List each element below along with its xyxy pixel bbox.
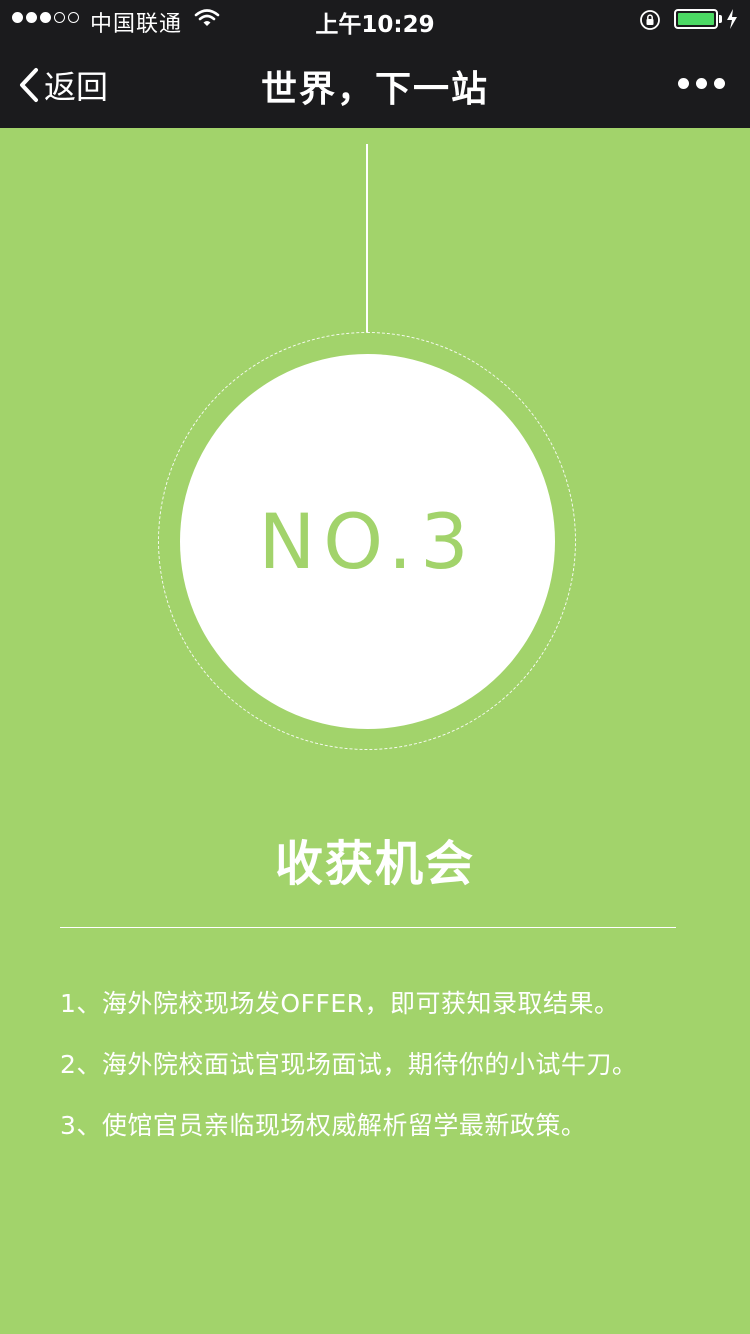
charging-bolt-icon: [726, 8, 738, 36]
orientation-lock-icon: [639, 9, 661, 37]
hero-label: NO.3: [258, 497, 477, 586]
divider: [60, 927, 676, 928]
section-title: 收获机会: [274, 836, 475, 892]
list-item: 2、海外院校面试官现场面试，期待你的小试牛刀。: [60, 1050, 638, 1079]
top-bar: 中国联通 上午10:29 返回 世界，下一站: [0, 0, 750, 128]
status-bar: 中国联通 上午10:29: [0, 0, 750, 40]
more-dot: [696, 78, 707, 89]
battery-tip: [719, 15, 722, 23]
benefit-list: 1、海外院校现场发OFFER，即可获知录取结果。 2、海外院校面试官现场面试，期…: [60, 984, 740, 1167]
more-dot: [714, 78, 725, 89]
connector-line: [366, 144, 368, 332]
list-item: 3、使馆官员亲临现场权威解析留学最新政策。: [60, 1111, 587, 1140]
more-dots-icon[interactable]: [678, 78, 725, 89]
list-item: 1、海外院校现场发OFFER，即可获知录取结果。: [60, 989, 620, 1018]
status-time: 上午10:29: [315, 12, 435, 38]
battery-fill: [678, 13, 714, 25]
battery-icon: [674, 9, 718, 29]
more-dot: [678, 78, 689, 89]
page-title: 世界，下一站: [260, 69, 489, 110]
nav-bar: 返回 世界，下一站: [0, 40, 750, 128]
